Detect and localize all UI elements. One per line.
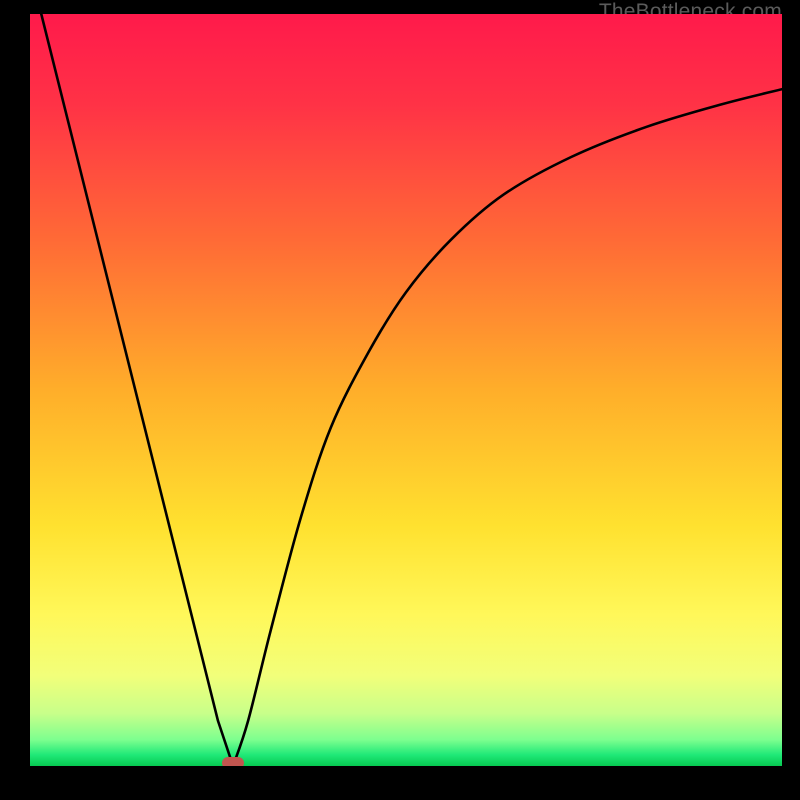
chart-frame — [30, 14, 782, 782]
plot-area — [30, 14, 782, 766]
bottleneck-curve-path — [41, 14, 782, 766]
optimum-marker — [222, 757, 244, 766]
curve-layer — [30, 14, 782, 766]
